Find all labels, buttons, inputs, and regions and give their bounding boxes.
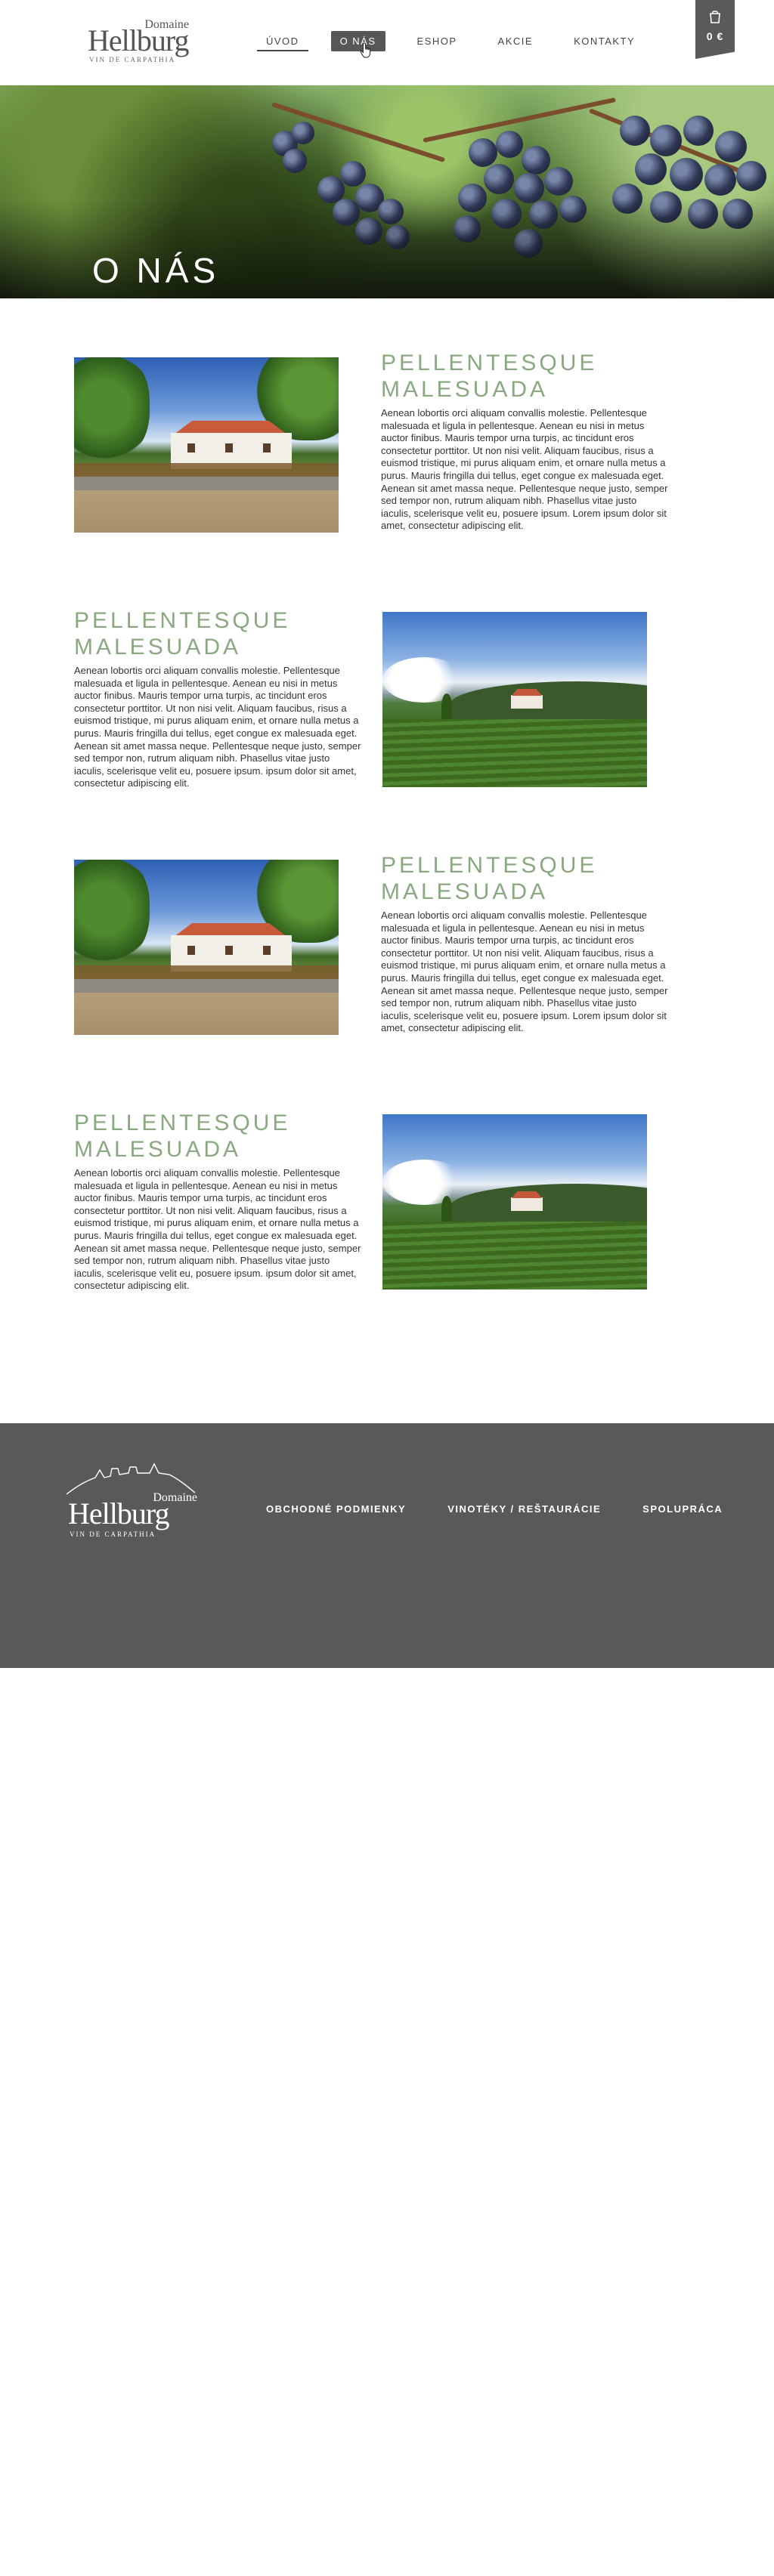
content-section: PELLENTESQUE MALESUADA Aenean lobortis o… bbox=[0, 1110, 774, 1296]
winery-house-photo bbox=[74, 860, 339, 1035]
winery-house-photo bbox=[74, 357, 339, 533]
section-heading: PELLENTESQUE MALESUADA bbox=[381, 351, 598, 402]
cart-amount: 0 € bbox=[706, 30, 724, 42]
section-text: Aenean lobortis orci aliquam convallis m… bbox=[74, 1167, 361, 1292]
section-text: Aenean lobortis orci aliquam convallis m… bbox=[381, 910, 668, 1034]
page-title: O NÁS bbox=[92, 251, 220, 290]
section-heading: PELLENTESQUE MALESUADA bbox=[381, 853, 598, 904]
section-text: Aenean lobortis orci aliquam convallis m… bbox=[74, 665, 361, 789]
hero-banner: O NÁS bbox=[0, 85, 774, 298]
footer-logo[interactable]: Domaine Hellburg VIN DE CARPATHIA bbox=[65, 1461, 197, 1544]
shopping-bag-icon bbox=[710, 11, 720, 23]
vineyard-photo bbox=[382, 612, 647, 787]
section-text: Aenean lobortis orci aliquam convallis m… bbox=[381, 407, 668, 532]
content-section: PELLENTESQUE MALESUADA Aenean lobortis o… bbox=[0, 853, 774, 1041]
hand-cursor-icon bbox=[360, 42, 371, 58]
nav-item-uvod[interactable]: ÚVOD bbox=[257, 31, 308, 51]
nav-item-akcie[interactable]: AKCIE bbox=[489, 31, 543, 51]
footer-link-spolupraca[interactable]: SPOLUPRÁCA bbox=[642, 1503, 723, 1515]
content-section: PELLENTESQUE MALESUADA Aenean lobortis o… bbox=[0, 351, 774, 539]
footer-nav: OBCHODNÉ PODMIENKY VINOTÉKY / REŠTAURÁCI… bbox=[266, 1503, 764, 1515]
content-section: PELLENTESQUE MALESUADA Aenean lobortis o… bbox=[0, 608, 774, 793]
footer-link-obchodne-podmienky[interactable]: OBCHODNÉ PODMIENKY bbox=[266, 1503, 406, 1515]
site-header: Domaine Hellburg VIN DE CARPATHIA ÚVOD O… bbox=[0, 0, 774, 85]
footer-link-vinoteky-restauracie[interactable]: VINOTÉKY / REŠTAURÁCIE bbox=[447, 1503, 601, 1515]
footer-logo-tagline: VIN DE CARPATHIA bbox=[70, 1530, 156, 1538]
cart-button[interactable]: 0 € bbox=[695, 0, 735, 59]
brand-logo[interactable]: Domaine Hellburg VIN DE CARPATHIA bbox=[88, 18, 194, 63]
footer-logo-name: Hellburg bbox=[68, 1496, 169, 1530]
vineyard-photo bbox=[382, 1114, 647, 1290]
nav-item-eshop[interactable]: ESHOP bbox=[408, 31, 466, 51]
nav-item-kontakty[interactable]: KONTAKTY bbox=[565, 31, 644, 51]
site-footer: Domaine Hellburg VIN DE CARPATHIA OBCHOD… bbox=[0, 1423, 774, 1668]
section-heading: PELLENTESQUE MALESUADA bbox=[74, 1110, 291, 1162]
main-nav: ÚVOD O NÁS ESHOP AKCIE KONTAKTY bbox=[257, 29, 667, 53]
nav-item-o-nas[interactable]: O NÁS bbox=[330, 30, 385, 51]
section-heading: PELLENTESQUE MALESUADA bbox=[74, 608, 291, 659]
logo-tagline-text: VIN DE CARPATHIA bbox=[89, 56, 176, 63]
logo-name-text: Hellburg bbox=[88, 23, 189, 57]
